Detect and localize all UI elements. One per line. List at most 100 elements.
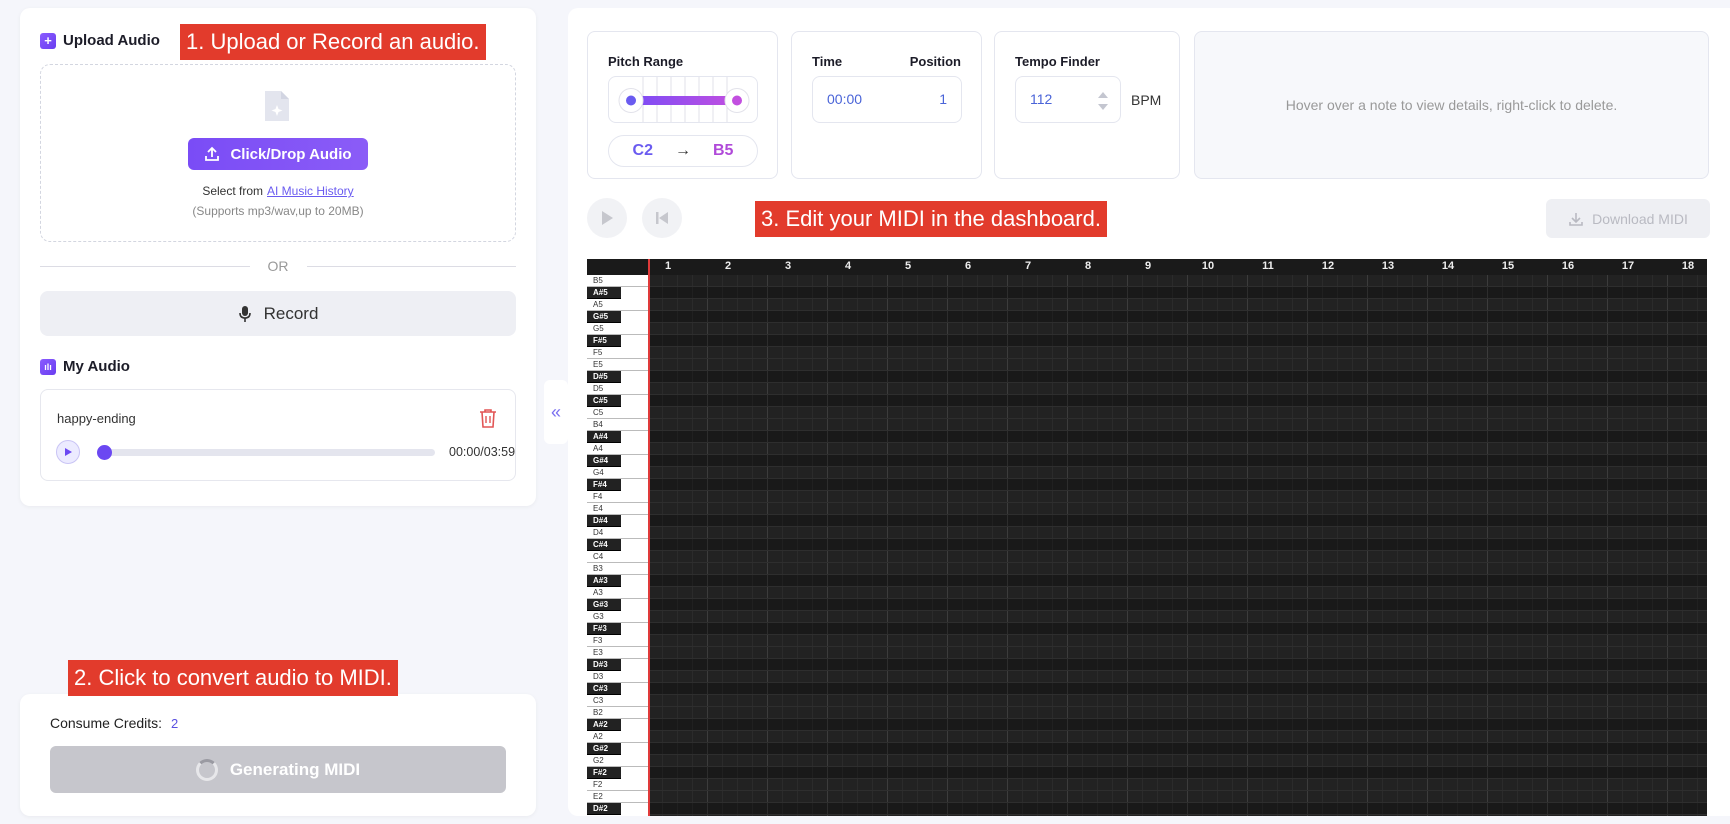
skip-to-start-button[interactable]	[642, 198, 682, 238]
piano-key[interactable]: F#4	[587, 479, 621, 491]
tempo-input[interactable]: 112	[1015, 76, 1121, 123]
grid-row[interactable]	[648, 623, 1707, 635]
piano-key[interactable]: A3	[587, 587, 648, 599]
piano-key[interactable]: B3	[587, 563, 648, 575]
piano-key[interactable]: C4	[587, 551, 648, 563]
grid-row[interactable]	[648, 467, 1707, 479]
grid-row[interactable]	[648, 431, 1707, 443]
piano-key[interactable]: D5	[587, 383, 648, 395]
pitch-range-slider[interactable]	[608, 76, 758, 123]
grid-row[interactable]	[648, 407, 1707, 419]
piano-key[interactable]: D#2	[587, 803, 621, 815]
grid-row[interactable]	[648, 479, 1707, 491]
grid-row[interactable]	[648, 419, 1707, 431]
upload-dropzone[interactable]: Click/Drop Audio Select from AI Music His…	[40, 64, 516, 242]
grid-row[interactable]	[648, 551, 1707, 563]
piano-key[interactable]: C#3	[587, 683, 621, 695]
grid-row[interactable]	[648, 275, 1707, 287]
piano-key[interactable]: F#3	[587, 623, 621, 635]
grid-row[interactable]	[648, 779, 1707, 791]
grid-row[interactable]	[648, 323, 1707, 335]
download-midi-button[interactable]: Download MIDI	[1546, 199, 1710, 238]
piano-key[interactable]: E5	[587, 359, 648, 371]
piano-key[interactable]: F4	[587, 491, 648, 503]
piano-key[interactable]: F3	[587, 635, 648, 647]
grid-row[interactable]	[648, 299, 1707, 311]
grid-row[interactable]	[648, 707, 1707, 719]
piano-key[interactable]: C3	[587, 695, 648, 707]
audio-play-button[interactable]	[56, 440, 80, 464]
grid-row[interactable]	[648, 503, 1707, 515]
click-drop-audio-button[interactable]: Click/Drop Audio	[188, 138, 368, 170]
grid-row[interactable]	[648, 755, 1707, 767]
piano-key[interactable]: B2	[587, 707, 648, 719]
piano-key[interactable]: F5	[587, 347, 648, 359]
piano-key[interactable]: G#5	[587, 311, 621, 323]
piano-key[interactable]: A4	[587, 443, 648, 455]
piano-key[interactable]: C#4	[587, 539, 621, 551]
piano-key[interactable]: D3	[587, 671, 648, 683]
grid-row[interactable]	[648, 671, 1707, 683]
piano-key[interactable]: E3	[587, 647, 648, 659]
piano-roll[interactable]: 1 2 3 4 5 6 7 8 9 10 11 12 13 14 15 16 17 18 B5 A#5 A5 G#5 G5…	[587, 259, 1707, 816]
piano-key[interactable]: D4	[587, 527, 648, 539]
grid-row[interactable]	[648, 731, 1707, 743]
grid-row[interactable]	[648, 515, 1707, 527]
piano-key[interactable]: D#4	[587, 515, 621, 527]
grid-row[interactable]	[648, 587, 1707, 599]
grid-row[interactable]	[648, 335, 1707, 347]
collapse-panel-button[interactable]: «	[544, 380, 568, 444]
grid-row[interactable]	[648, 719, 1707, 731]
grid-row[interactable]	[648, 683, 1707, 695]
grid-row[interactable]	[648, 695, 1707, 707]
audio-progress-bar[interactable]	[97, 445, 435, 460]
piano-key[interactable]: G5	[587, 323, 648, 335]
piano-key[interactable]: E2	[587, 791, 648, 803]
piano-key[interactable]: A5	[587, 299, 648, 311]
trash-icon[interactable]	[479, 408, 497, 428]
grid-row[interactable]	[648, 791, 1707, 803]
piano-key[interactable]: C5	[587, 407, 648, 419]
stepper-icon[interactable]	[1096, 89, 1110, 113]
piano-key[interactable]: A#3	[587, 575, 621, 587]
piano-key[interactable]: G#4	[587, 455, 621, 467]
grid-row[interactable]	[648, 647, 1707, 659]
grid-row[interactable]	[648, 575, 1707, 587]
grid-row[interactable]	[648, 311, 1707, 323]
playhead[interactable]	[648, 259, 650, 816]
piano-key[interactable]: A#2	[587, 719, 621, 731]
note-grid[interactable]	[648, 275, 1707, 816]
piano-key[interactable]: A#4	[587, 431, 621, 443]
piano-key[interactable]: G3	[587, 611, 648, 623]
grid-row[interactable]	[648, 371, 1707, 383]
grid-row[interactable]	[648, 539, 1707, 551]
grid-row[interactable]	[648, 659, 1707, 671]
grid-row[interactable]	[648, 563, 1707, 575]
grid-row[interactable]	[648, 599, 1707, 611]
grid-row[interactable]	[648, 395, 1707, 407]
generate-midi-button[interactable]: Generating MIDI	[50, 746, 506, 793]
grid-row[interactable]	[648, 527, 1707, 539]
piano-key[interactable]: F2	[587, 779, 648, 791]
piano-key[interactable]: F#2	[587, 767, 621, 779]
piano-key[interactable]: G2	[587, 755, 648, 767]
grid-row[interactable]	[648, 383, 1707, 395]
piano-key[interactable]: A2	[587, 731, 648, 743]
timeline-ruler[interactable]: 1 2 3 4 5 6 7 8 9 10 11 12 13 14 15 16 17 18	[587, 259, 1707, 275]
grid-row[interactable]	[648, 743, 1707, 755]
grid-row[interactable]	[648, 359, 1707, 371]
grid-row[interactable]	[648, 491, 1707, 503]
piano-keys[interactable]: B5 A#5 A5 G#5 G5 F#5 F5 E5 D#5 D5 C#5 C5 B4 A#4 A4 G#4 G…	[587, 275, 648, 816]
piano-key[interactable]: G#2	[587, 743, 621, 755]
piano-key[interactable]: E4	[587, 503, 648, 515]
grid-row[interactable]	[648, 611, 1707, 623]
ai-music-history-link[interactable]: AI Music History	[267, 184, 354, 198]
audio-progress-knob[interactable]	[97, 445, 112, 460]
piano-key[interactable]: F#5	[587, 335, 621, 347]
piano-key[interactable]: G#3	[587, 599, 621, 611]
piano-key[interactable]: A#5	[587, 287, 621, 299]
grid-row[interactable]	[648, 767, 1707, 779]
grid-row[interactable]	[648, 635, 1707, 647]
piano-key[interactable]: B5	[587, 275, 648, 287]
grid-row[interactable]	[648, 287, 1707, 299]
